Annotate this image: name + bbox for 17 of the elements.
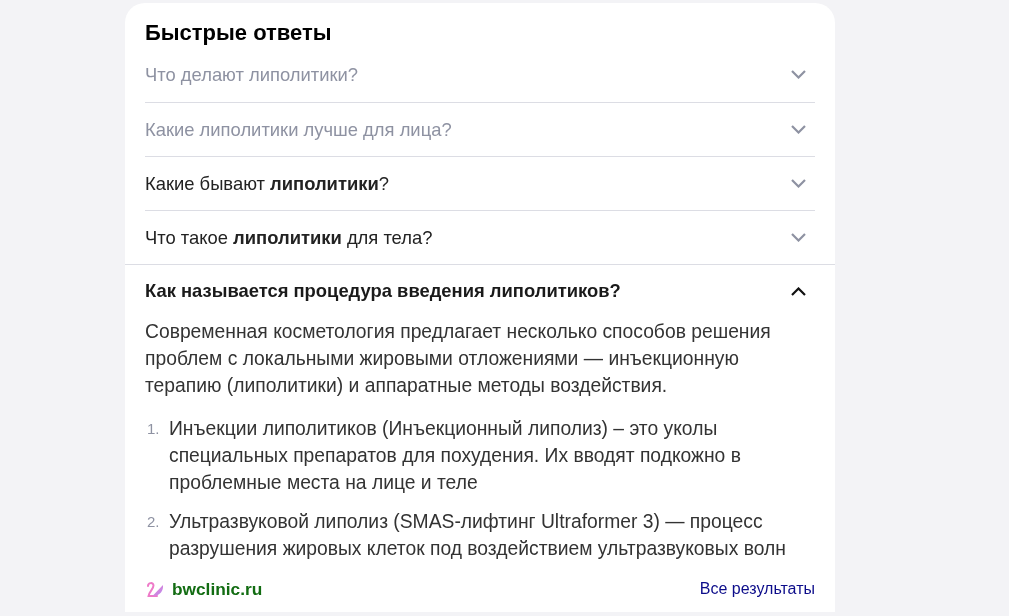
list-number: 2.: [146, 512, 161, 532]
source-link[interactable]: bwclinic.ru: [172, 578, 263, 600]
list-number: 1.: [146, 419, 161, 439]
question-toggle[interactable]: Какие бывают липолитики?: [145, 157, 815, 210]
chevron-up-icon: [791, 286, 806, 296]
question-toggle[interactable]: Как называется процедура введения липолитиков?: [145, 265, 815, 317]
chevron-down-icon: [791, 70, 806, 79]
chevron-down-icon: [791, 233, 806, 242]
answer-paragraph: Современная косметология предлагает несколько способов решения проблем с локальными жировыми отложениями — инъекционную терапию (липолитики) и аппаратные методы воздействия.: [145, 320, 772, 398]
list-item-text: Ультразвуковой липолиз (SMAS-лифтинг Ultraformer 3) — процесс разрушения жировых клеток под воздействием ультразвуковых волн: [169, 510, 787, 561]
chevron-down-icon: [791, 179, 806, 188]
list-item-text: Инъекции липолитиков (Инъекционный липолиз) – это уколы специальных препаратов для похудения. Их вводят подкожно в проблемные места на лице и теле: [169, 417, 742, 495]
swan-icon: [146, 580, 164, 598]
chevron-down-icon: [791, 125, 806, 134]
section-title: Быстрые ответы: [145, 19, 332, 47]
question-toggle[interactable]: Что такое липолитики для тела?: [145, 211, 815, 264]
all-results-link[interactable]: Все результаты: [699, 580, 815, 598]
